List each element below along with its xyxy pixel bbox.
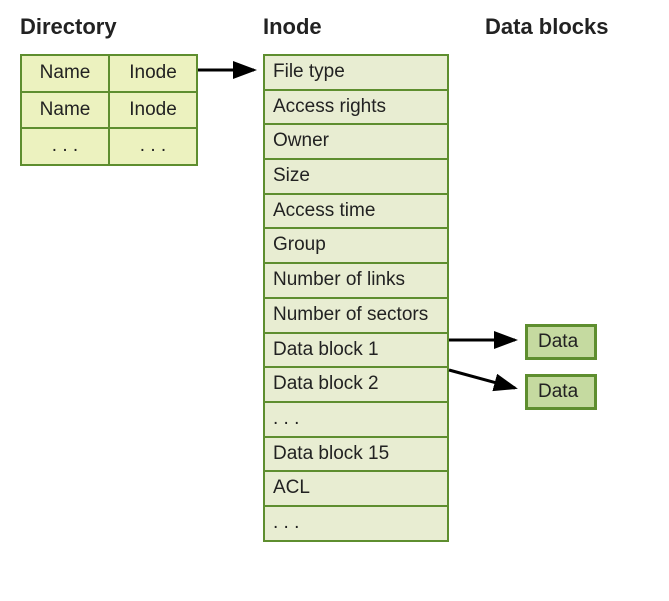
table-row: Name Inode	[21, 55, 197, 92]
dir-name-cell: Name	[21, 92, 109, 129]
inode-field: Data block 15	[263, 438, 449, 473]
inode-field: Access rights	[263, 91, 449, 126]
data-block: Data	[525, 324, 597, 360]
inode-field: Group	[263, 229, 449, 264]
inode-field: Access time	[263, 195, 449, 230]
directory-table: Name Inode Name Inode . . . . . .	[20, 54, 198, 166]
dir-inode-cell: Inode	[109, 92, 197, 129]
arrow-inode-to-data2	[449, 358, 525, 398]
inode-field: . . .	[263, 403, 449, 438]
dir-name-cell: Name	[21, 55, 109, 92]
table-row: . . . . . .	[21, 128, 197, 165]
arrow-inode-to-data1	[449, 326, 525, 354]
heading-directory: Directory	[20, 14, 117, 40]
inode-field: Data block 1	[263, 334, 449, 369]
data-block: Data	[525, 374, 597, 410]
heading-datablocks: Data blocks	[485, 14, 609, 40]
inode-field: Data block 2	[263, 368, 449, 403]
dir-inode-cell: Inode	[109, 55, 197, 92]
inode-table: File type Access rights Owner Size Acces…	[263, 54, 449, 542]
inode-field: Number of sectors	[263, 299, 449, 334]
inode-field: Size	[263, 160, 449, 195]
arrow-dir-to-inode	[198, 56, 264, 84]
inode-field: Number of links	[263, 264, 449, 299]
table-row: Name Inode	[21, 92, 197, 129]
inode-field: . . .	[263, 507, 449, 542]
heading-inode: Inode	[263, 14, 322, 40]
dir-inode-cell: . . .	[109, 128, 197, 165]
inode-field: File type	[263, 54, 449, 91]
inode-field: Owner	[263, 125, 449, 160]
datablocks-column: Data Data	[525, 324, 597, 424]
dir-name-cell: . . .	[21, 128, 109, 165]
inode-field: ACL	[263, 472, 449, 507]
